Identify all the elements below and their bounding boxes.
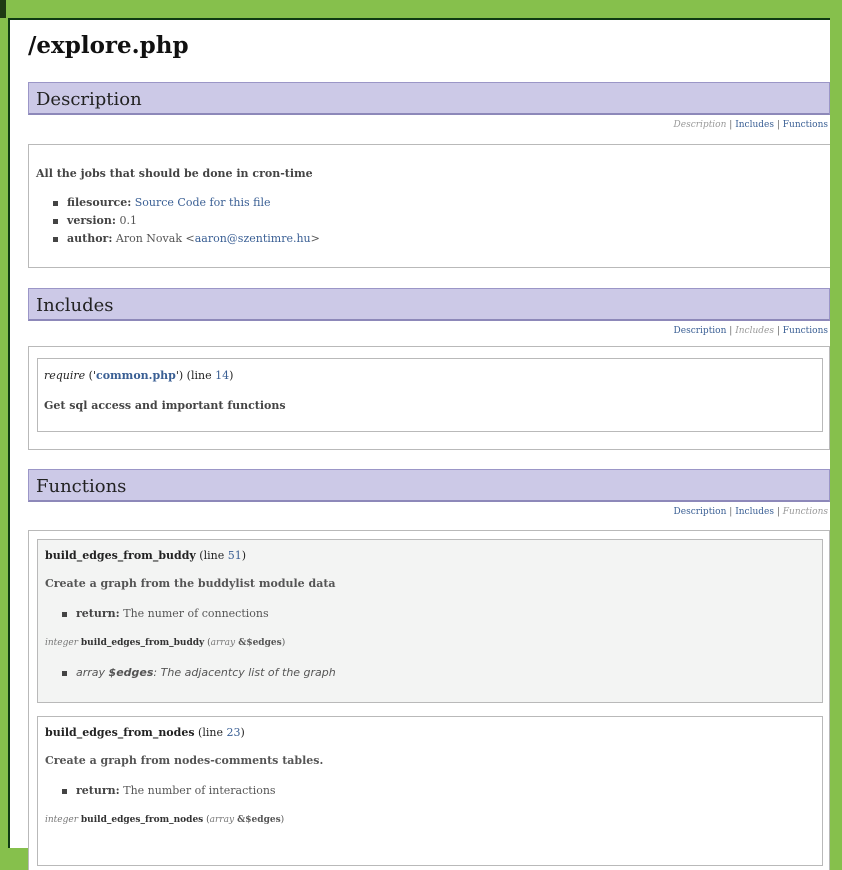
nav-functions-link[interactable]: Functions — [783, 326, 828, 336]
tag-item: version: 0.1 — [29, 214, 320, 232]
file-tags: filesource: Source Code for this file ve… — [29, 196, 320, 250]
function-title: build_edges_from_buddy (line 51) — [45, 549, 246, 562]
function-description: Create a graph from the buddylist module… — [45, 577, 336, 590]
tag-item: author: Aron Novak <aaron@szentimre.hu> — [29, 232, 320, 250]
nav-description-link[interactable]: Description — [674, 507, 727, 517]
includes-box: require ('common.php') (line 14) Get sql… — [28, 346, 830, 450]
nav-functions-link[interactable]: Functions — [783, 120, 828, 130]
section-nav: Description | Includes | Functions — [673, 326, 828, 336]
param-item: array $edges: The adjacentcy list of the… — [38, 666, 336, 684]
nav-includes-current: Includes — [735, 326, 774, 336]
include-item: require ('common.php') (line 14) Get sql… — [37, 358, 823, 432]
page-title: /explore.php — [28, 32, 189, 59]
function-title: build_edges_from_nodes (line 23) — [45, 726, 245, 739]
section-nav: Description | Includes | Functions — [673, 120, 828, 130]
function-description: Create a graph from nodes-comments table… — [45, 754, 324, 767]
function-name: build_edges_from_nodes — [45, 726, 195, 739]
section-header-label: Description — [36, 89, 142, 110]
nav-includes-link[interactable]: Includes — [735, 120, 774, 130]
function-signature: integer build_edges_from_nodes (array &$… — [45, 815, 285, 825]
filesource-link[interactable]: Source Code for this file — [135, 196, 271, 209]
section-header-includes: Includes — [28, 288, 830, 321]
function-name: build_edges_from_buddy — [45, 549, 196, 562]
include-line-link[interactable]: 14 — [215, 369, 229, 382]
function-tags: return: The numer of connections — [38, 607, 269, 625]
include-file-link[interactable]: common.php — [96, 369, 176, 382]
section-header-label: Includes — [36, 295, 114, 316]
tag-item: filesource: Source Code for this file — [29, 196, 320, 214]
section-header-label: Functions — [36, 476, 127, 497]
description-box: All the jobs that should be done in cron… — [28, 144, 830, 268]
doc-page: /explore.php Description Description | I… — [8, 18, 830, 870]
corner-mark — [0, 0, 6, 18]
nav-includes-link[interactable]: Includes — [735, 507, 774, 517]
function-item: build_edges_from_nodes (line 23) Create … — [37, 716, 823, 866]
include-statement: require ('common.php') (line 14) — [44, 369, 234, 382]
nav-functions-current: Functions — [782, 507, 828, 517]
function-params: array $edges: The adjacentcy list of the… — [38, 666, 336, 684]
function-tags: return: The number of interactions — [38, 784, 276, 802]
author-email-link[interactable]: aaron@szentimre.hu — [195, 232, 311, 245]
section-header-functions: Functions — [28, 469, 830, 502]
function-line-link[interactable]: 51 — [228, 549, 242, 562]
section-nav: Description | Includes | Functions — [673, 507, 828, 517]
tag-item: return: The numer of connections — [38, 607, 269, 625]
function-line-link[interactable]: 23 — [226, 726, 240, 739]
functions-box: build_edges_from_buddy (line 51) Create … — [28, 530, 830, 870]
file-short-description: All the jobs that should be done in cron… — [36, 167, 313, 180]
function-signature: integer build_edges_from_buddy (array &$… — [45, 638, 286, 648]
function-item: build_edges_from_buddy (line 51) Create … — [37, 539, 823, 703]
section-header-description: Description — [28, 82, 830, 115]
tag-item: return: The number of interactions — [38, 784, 276, 802]
nav-description-link[interactable]: Description — [674, 326, 727, 336]
include-description: Get sql access and important functions — [44, 399, 286, 412]
nav-description-current: Description — [673, 120, 727, 130]
